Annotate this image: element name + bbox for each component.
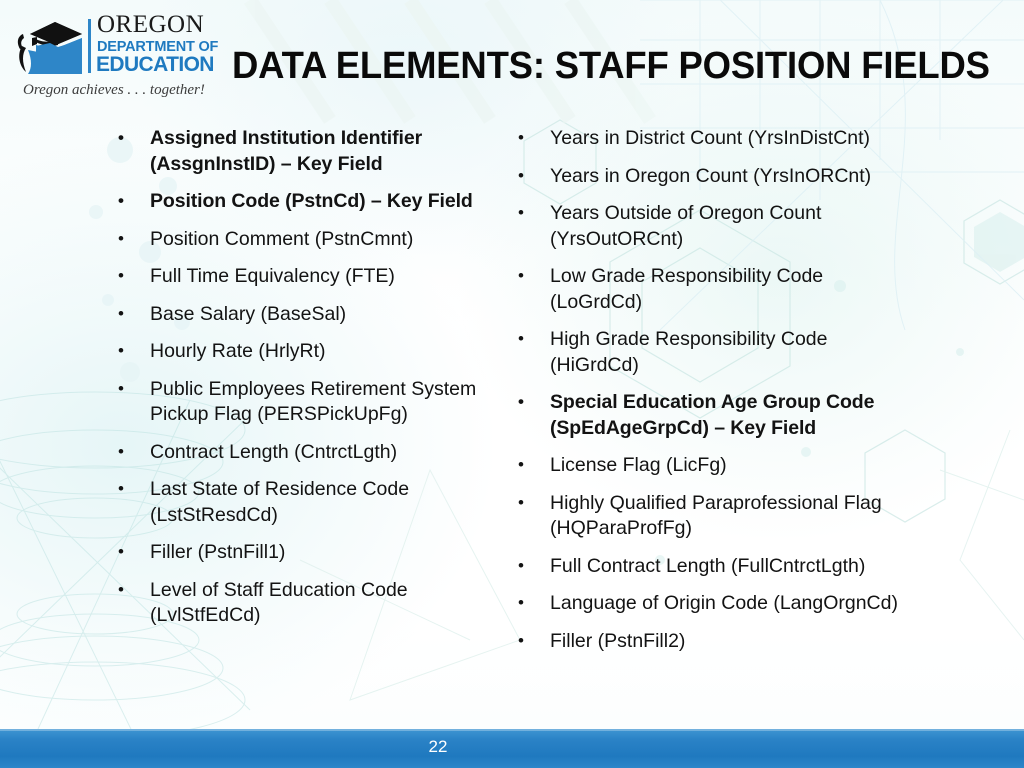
right-bullet-list: Years in District Count (YrsInDistCnt) Ye… — [512, 125, 912, 655]
logo-tagline: Oregon achieves . . . together! — [23, 82, 205, 98]
left-column: Assigned Institution Identifier (AssgnIn… — [112, 125, 487, 629]
bullet-item: Years in District Count (YrsInDistCnt) — [512, 125, 912, 152]
bullet-item: Hourly Rate (HrlyRt) — [112, 338, 487, 365]
left-bullet-list: Assigned Institution Identifier (AssgnIn… — [112, 125, 487, 629]
bullet-item: Filler (PstnFill2) — [512, 628, 912, 655]
slide-header: OREGON DEPARTMENT OF EDUCATION Oregon ac… — [0, 0, 1024, 118]
bullet-item: Years Outside of Oregon Count (YrsOutORC… — [512, 200, 912, 252]
slide-body: Assigned Institution Identifier (AssgnIn… — [0, 125, 1024, 716]
right-column: Years in District Count (YrsInDistCnt) Ye… — [512, 125, 912, 655]
slide: OREGON DEPARTMENT OF EDUCATION Oregon ac… — [0, 0, 1024, 768]
bullet-item: Full Time Equivalency (FTE) — [112, 263, 487, 290]
bullet-item: Filler (PstnFill1) — [112, 539, 487, 566]
bullet-item: Base Salary (BaseSal) — [112, 301, 487, 328]
bullet-item: Language of Origin Code (LangOrgnCd) — [512, 590, 912, 617]
page-number: 22 — [428, 737, 448, 756]
logo-oregon-text: OREGON — [97, 11, 205, 38]
logo-wordmark: OREGON DEPARTMENT OF EDUCATION — [88, 11, 218, 77]
bullet-item: Position Comment (PstnCmnt) — [112, 226, 487, 253]
bullet-item: Special Education Age Group Code (SpEdAg… — [512, 389, 912, 441]
oregon-department-of-education-logo: OREGON DEPARTMENT OF EDUCATION Oregon ac… — [6, 11, 218, 106]
graduation-cap-oregon-icon — [10, 16, 92, 78]
bullet-item: License Flag (LicFg) — [512, 452, 912, 479]
footer-bar: 22 — [0, 729, 1024, 768]
bullet-item: Last State of Residence Code (LstStResdC… — [112, 476, 487, 528]
bullet-item: High Grade Responsibility Code (HiGrdCd) — [512, 326, 912, 378]
bullet-item: Public Employees Retirement System Picku… — [112, 376, 487, 428]
bullet-item: Assigned Institution Identifier (AssgnIn… — [112, 125, 487, 177]
bullet-item: Contract Length (CntrctLgth) — [112, 439, 487, 466]
bullet-item: Highly Qualified Paraprofessional Flag (… — [512, 490, 912, 542]
logo-education-text: EDUCATION — [96, 53, 214, 76]
page-title: DATA ELEMENTS: STAFF POSITION FIELDS — [232, 45, 990, 87]
bullet-item: Low Grade Responsibility Code (LoGrdCd) — [512, 263, 912, 315]
bullet-item: Position Code (PstnCd) – Key Field — [112, 188, 487, 215]
logo-divider — [88, 19, 91, 73]
bullet-item: Full Contract Length (FullCntrctLgth) — [512, 553, 912, 580]
bullet-item: Level of Staff Education Code (LvlStfEdC… — [112, 577, 487, 629]
bullet-item: Years in Oregon Count (YrsInORCnt) — [512, 163, 912, 190]
